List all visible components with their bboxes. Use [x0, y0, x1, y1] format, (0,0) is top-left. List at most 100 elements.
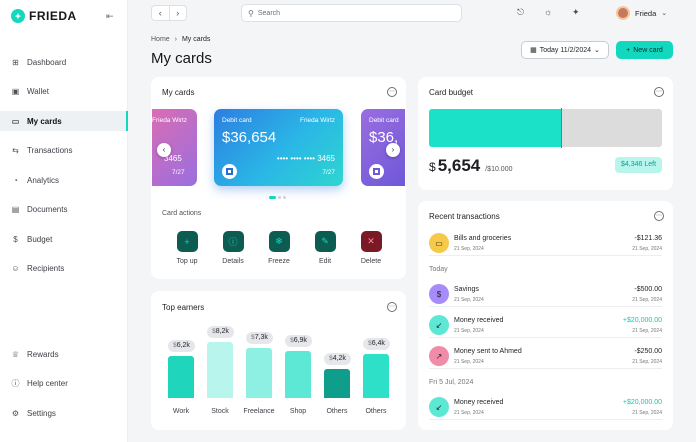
card-debit-main[interactable]: Debit card Frieda Wirtz $36,654 •••• •••…: [214, 109, 343, 186]
more-icon[interactable]: ⋯: [387, 302, 397, 312]
panel-title: Card budget: [429, 88, 474, 97]
more-icon[interactable]: ⋯: [654, 87, 664, 97]
earner-bar[interactable]: [168, 356, 194, 398]
sidebar-item-my-cards[interactable]: ▭ My cards: [0, 111, 128, 131]
chat-icon[interactable]: ☼: [544, 7, 552, 17]
freeze-icon[interactable]: ❄: [268, 231, 290, 252]
collapse-sidebar-icon[interactable]: ⇤: [106, 11, 114, 22]
page-title: My cards: [151, 50, 212, 67]
new-card-button[interactable]: + New card: [616, 41, 673, 59]
dollar-icon: $: [429, 284, 449, 304]
transaction-amount: -$500.00: [634, 286, 662, 293]
edit-icon[interactable]: ✎: [314, 231, 336, 252]
divider: [429, 368, 662, 369]
search-input[interactable]: ⚲ Search: [241, 4, 462, 22]
transaction-date: 21 Sep, 2024: [454, 410, 484, 416]
divider: [429, 306, 662, 307]
earner-amount: 4,2k: [332, 355, 346, 362]
earner-bar[interactable]: [246, 348, 272, 398]
back-icon[interactable]: ‹: [152, 6, 169, 20]
arrow-out-icon: ↗: [429, 346, 449, 366]
user-name: Frieda: [635, 8, 657, 18]
card-owner: Frieda Wirtz: [299, 117, 335, 124]
transaction-name: Savings: [454, 286, 479, 293]
action-freeze[interactable]: ❄ Freeze: [263, 231, 295, 265]
info-icon: ⓘ: [11, 378, 20, 388]
earner-category: Others: [365, 408, 387, 415]
transaction-row[interactable]: ↗ Money sent to Ahmed 21 Sep, 2024 -$250.00…: [429, 346, 662, 368]
budget-total: /$10.000: [485, 166, 513, 173]
sidebar-item-label: Settings: [27, 408, 56, 418]
gear-icon: ⚙: [11, 408, 20, 418]
sidebar-item-label: Budget: [27, 234, 53, 244]
sidebar-item-analytics[interactable]: ◔ Analytics: [0, 170, 128, 190]
transaction-name: Money sent to Ahmed: [454, 348, 522, 355]
brand[interactable]: ✦ FRIEDA: [11, 9, 77, 23]
action-label: Details: [222, 258, 244, 265]
sidebar-item-documents[interactable]: ▤ Documents: [0, 199, 128, 219]
panel-title: Recent transactions: [429, 212, 500, 221]
transaction-time: 21 Sep, 2024: [632, 297, 662, 303]
action-delete[interactable]: ✕ Delete: [355, 231, 387, 265]
calendar-icon: ▦: [530, 47, 537, 54]
sidebar-item-recipients[interactable]: ☺ Recipients: [0, 258, 128, 278]
details-icon[interactable]: ⓘ: [222, 231, 244, 252]
sidebar: ✦ FRIEDA ⇤ ⊞ Dashboard ▣ Wallet ▭ My cards ⇆ Tr…: [0, 0, 128, 442]
carousel-dot[interactable]: [278, 196, 281, 199]
logo-icon: ✦: [11, 9, 25, 23]
date-picker-button[interactable]: ▦ Today 11/2/2024 ⌄: [521, 41, 609, 59]
transaction-amount: -$121.36: [634, 235, 662, 242]
transaction-row[interactable]: ↙ Money received 21 Sep, 2024 +$20,000.00 21…: [429, 397, 662, 419]
carousel-dot[interactable]: [283, 196, 286, 199]
search-icon: ⚲: [248, 8, 254, 18]
card-expiry: 7/27: [172, 169, 185, 176]
plus-icon: +: [626, 46, 631, 54]
card-actions-title: Card actions: [162, 210, 202, 217]
more-icon[interactable]: ⋯: [654, 211, 664, 221]
sparkle-icon[interactable]: ✦: [572, 7, 580, 18]
transaction-row[interactable]: ▭ Bills and groceries 21 Sep, 2024 -$121.36…: [429, 233, 662, 255]
earner-bar[interactable]: [285, 351, 311, 398]
action-edit[interactable]: ✎ Edit: [309, 231, 341, 265]
earner-bar[interactable]: [324, 369, 350, 398]
sidebar-item-rewards[interactable]: ♕ Rewards: [0, 344, 128, 364]
breadcrumb-home[interactable]: Home: [151, 36, 170, 43]
budget-currency: $: [429, 160, 436, 174]
more-icon[interactable]: ⋯: [387, 87, 397, 97]
earner-bar[interactable]: [207, 342, 233, 398]
card-icon: ▭: [11, 116, 20, 126]
transaction-row[interactable]: ↙ Money received 21 Sep, 2024 +$20,000.00 21…: [429, 315, 662, 337]
sidebar-item-settings[interactable]: ⚙ Settings: [0, 403, 128, 423]
forward-icon[interactable]: ›: [168, 6, 187, 20]
carousel-dot[interactable]: [269, 196, 276, 199]
sidebar-item-wallet[interactable]: ▣ Wallet: [0, 81, 128, 101]
transaction-time: 21 Sep, 2024: [632, 328, 662, 334]
bank-logo-icon: [222, 164, 237, 179]
earner-bar[interactable]: [363, 354, 389, 398]
action-details[interactable]: ⓘ Details: [217, 231, 249, 265]
delete-icon[interactable]: ✕: [360, 231, 382, 252]
users-icon: ☺: [11, 263, 20, 273]
carousel-next-icon[interactable]: ›: [386, 143, 400, 157]
earner-value: $6,2k: [168, 340, 195, 352]
action-top-up[interactable]: + Top up: [171, 231, 203, 265]
panel-title: My cards: [162, 88, 195, 97]
transactions-day-label: Today: [429, 266, 448, 273]
transaction-row[interactable]: $ Savings 21 Sep, 2024 -$500.00 21 Sep, 2024: [429, 284, 662, 306]
transaction-time: 21 Sep, 2024: [632, 246, 662, 252]
carousel-prev-icon[interactable]: ‹: [157, 143, 171, 157]
card-expiry: 7/27: [322, 169, 335, 176]
earner-value: $4,2k: [324, 353, 351, 365]
user-menu[interactable]: Frieda ⌄: [616, 6, 667, 20]
breadcrumb: Home › My cards: [151, 36, 210, 43]
topbar: ‹ › ⚲ Search ⎋ ☼ ✦ Frieda ⌄: [128, 0, 696, 28]
top-up-icon[interactable]: +: [176, 231, 198, 252]
sidebar-item-help-center[interactable]: ⓘ Help center: [0, 373, 128, 393]
sidebar-item-budget[interactable]: $ Budget: [0, 229, 128, 249]
sidebar-item-transactions[interactable]: ⇆ Transactions: [0, 140, 128, 160]
bell-icon[interactable]: ⎋: [517, 7, 524, 18]
action-label: Delete: [360, 258, 382, 265]
sidebar-item-label: Wallet: [27, 86, 49, 96]
card-type: Debit card: [222, 117, 252, 124]
sidebar-item-dashboard[interactable]: ⊞ Dashboard: [0, 52, 128, 72]
